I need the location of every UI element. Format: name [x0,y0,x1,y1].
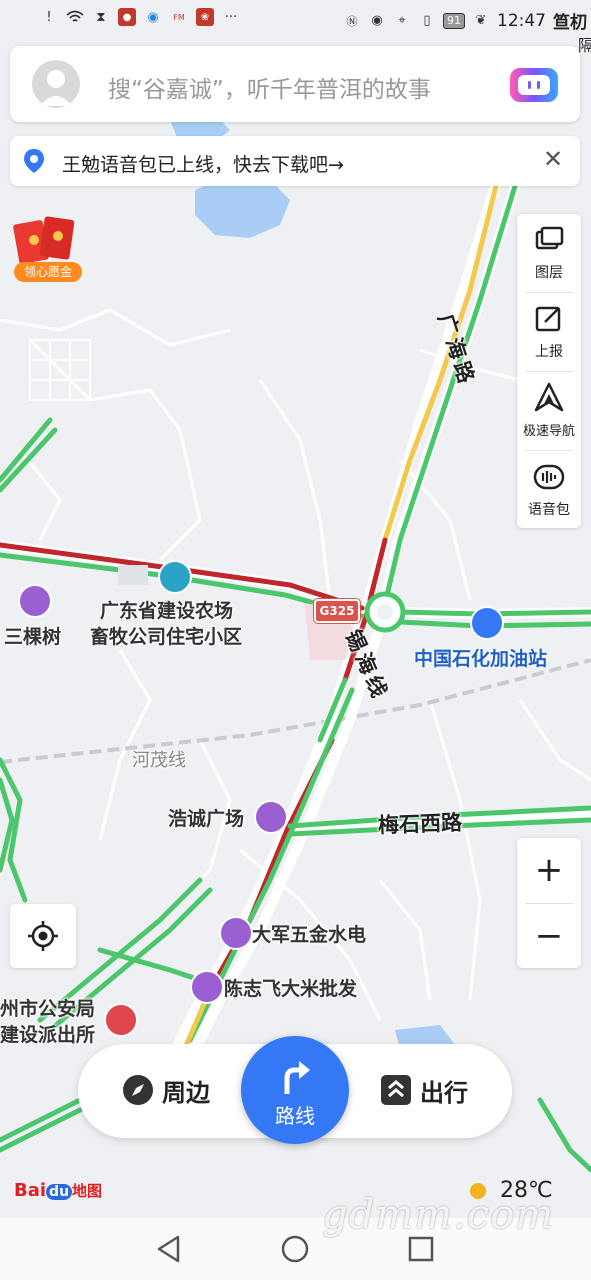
location-pin-icon [24,149,44,173]
banner-text[interactable]: 王勉语音包已上线，快去下载吧→ [62,150,344,177]
map-tools-panel: 图层 上报 极速导航 语音包 [517,214,581,528]
logo-bai: Bai [14,1180,47,1201]
red-packet-label[interactable]: 领心愿金 [14,262,82,282]
voice-pack-icon [533,464,565,490]
locate-button[interactable] [10,904,76,968]
poi-police-line1[interactable]: 州市公安局 [0,994,95,1021]
browser-app-icon: ◉ [147,9,159,25]
hourglass-icon: ⧗ [96,9,106,25]
travel-label: 出行 [420,1078,468,1107]
tool-layers-label: 图层 [535,265,563,281]
poi-farm-line2[interactable]: 畜牧公司住宅小区 [90,622,242,649]
poi-dajun[interactable]: 大军五金水电 [252,920,366,947]
status-icons-right: Ⓝ ◉ ⌖ ▯ 91 ❦ 12:47 笪朷 [343,8,588,34]
baidu-map-logo: Bai du 地图 [14,1180,102,1201]
route-arrow-icon [284,1061,310,1094]
travel-button[interactable]: 出行 [380,1072,468,1108]
logo-map: 地图 [72,1182,103,1200]
poi-gas[interactable]: 中国石化加油站 [414,644,547,671]
clock: 12:47 [497,10,546,31]
voice-assistant-icon [518,75,550,95]
poi-haocheng[interactable]: 浩诚广场 [168,804,244,831]
lotus-app-icon: ❀ [196,8,214,26]
zoom-in-button[interactable]: + [517,838,581,902]
crosshair-icon [28,921,58,951]
zoom-controls: + − [517,838,581,968]
more-icon: ··· [224,9,238,25]
search-input[interactable]: 搜“谷嘉诚”，听千年普洱的故事 [108,70,431,104]
poi-police-line2[interactable]: 建设派出所 [0,1020,95,1047]
shopping-poi-icon[interactable] [18,584,52,618]
location-icon: ⌖ [398,13,406,28]
tool-fast-nav-label: 极速导航 [522,424,575,439]
watermark: gdmm.com [322,1192,555,1238]
road-label-hemao: 河茂线 [132,750,186,771]
zoom-out-button[interactable]: − [517,904,581,968]
recents-icon[interactable] [406,1234,436,1264]
red-envelope-icon [13,216,75,264]
police-poi-icon[interactable] [104,1003,138,1037]
road-label-meishi: 梅石西路 [377,810,463,838]
tool-voice-pack-label: 语音包 [528,502,570,518]
tool-report-label: 上报 [535,344,563,360]
logo-du: du [46,1184,73,1200]
leaf-icon: ❦ [475,13,487,28]
residential-poi-icon[interactable] [158,560,192,594]
route-label: 路线 [275,1104,315,1128]
poi-chenzhifei[interactable]: 陈志飞大米批发 [224,974,357,1001]
red-packet-widget[interactable]: 领心愿金 [12,214,84,284]
tool-voice-pack[interactable]: 语音包 [517,451,581,529]
nfc-icon: Ⓝ [346,14,358,28]
tool-report[interactable]: 上报 [517,293,581,371]
voice-pack-banner[interactable]: 王勉语音包已上线，快去下载吧→ ✕ [10,136,580,186]
navigation-icon [534,382,564,412]
compass-icon [123,1075,153,1105]
nearby-button[interactable]: 周边 [122,1072,210,1108]
status-icons-left: ! ⧗ ● ◉ FM ❀ ··· [40,8,240,26]
vibrate-icon: ▯ [423,13,431,28]
edge-text-2: 隔 [578,36,591,55]
route-button[interactable]: 路线 [241,1036,349,1144]
fm-app-icon: FM [173,12,185,22]
edge-text: 笪朷 [553,13,587,33]
travel-icon [381,1075,411,1105]
voice-assistant-button[interactable] [510,68,558,102]
back-icon[interactable] [154,1234,184,1264]
gas-station-icon[interactable] [470,606,504,640]
report-icon [535,306,561,332]
nearby-label: 周边 [162,1078,210,1107]
wifi-icon [66,8,84,26]
eye-icon: ◉ [371,13,383,28]
alert-icon: ! [46,9,52,25]
shopping-poi-icon[interactable] [219,916,253,950]
highway-shield: G325 [314,599,360,623]
search-bar[interactable]: 搜“谷嘉诚”，听千年普洱的故事 [10,46,580,122]
mic-app-icon: ● [118,8,136,26]
layers-icon [535,226,564,250]
tool-fast-nav[interactable]: 极速导航 [517,372,581,450]
tool-layers[interactable]: 图层 [517,214,581,292]
poi-sankeshu[interactable]: 三棵树 [4,622,61,649]
shopping-poi-icon[interactable] [254,800,288,834]
status-bar: ! ⧗ ● ◉ FM ❀ ··· Ⓝ ◉ ⌖ ▯ 91 ❦ 12:47 笪朷 隔 [0,0,591,55]
shopping-poi-icon[interactable] [190,970,224,1004]
home-icon[interactable] [280,1234,310,1264]
close-icon[interactable]: ✕ [540,146,566,172]
poi-farm-line1[interactable]: 广东省建设农场 [100,596,233,623]
battery-indicator: 91 [443,12,465,29]
avatar[interactable] [32,60,80,108]
